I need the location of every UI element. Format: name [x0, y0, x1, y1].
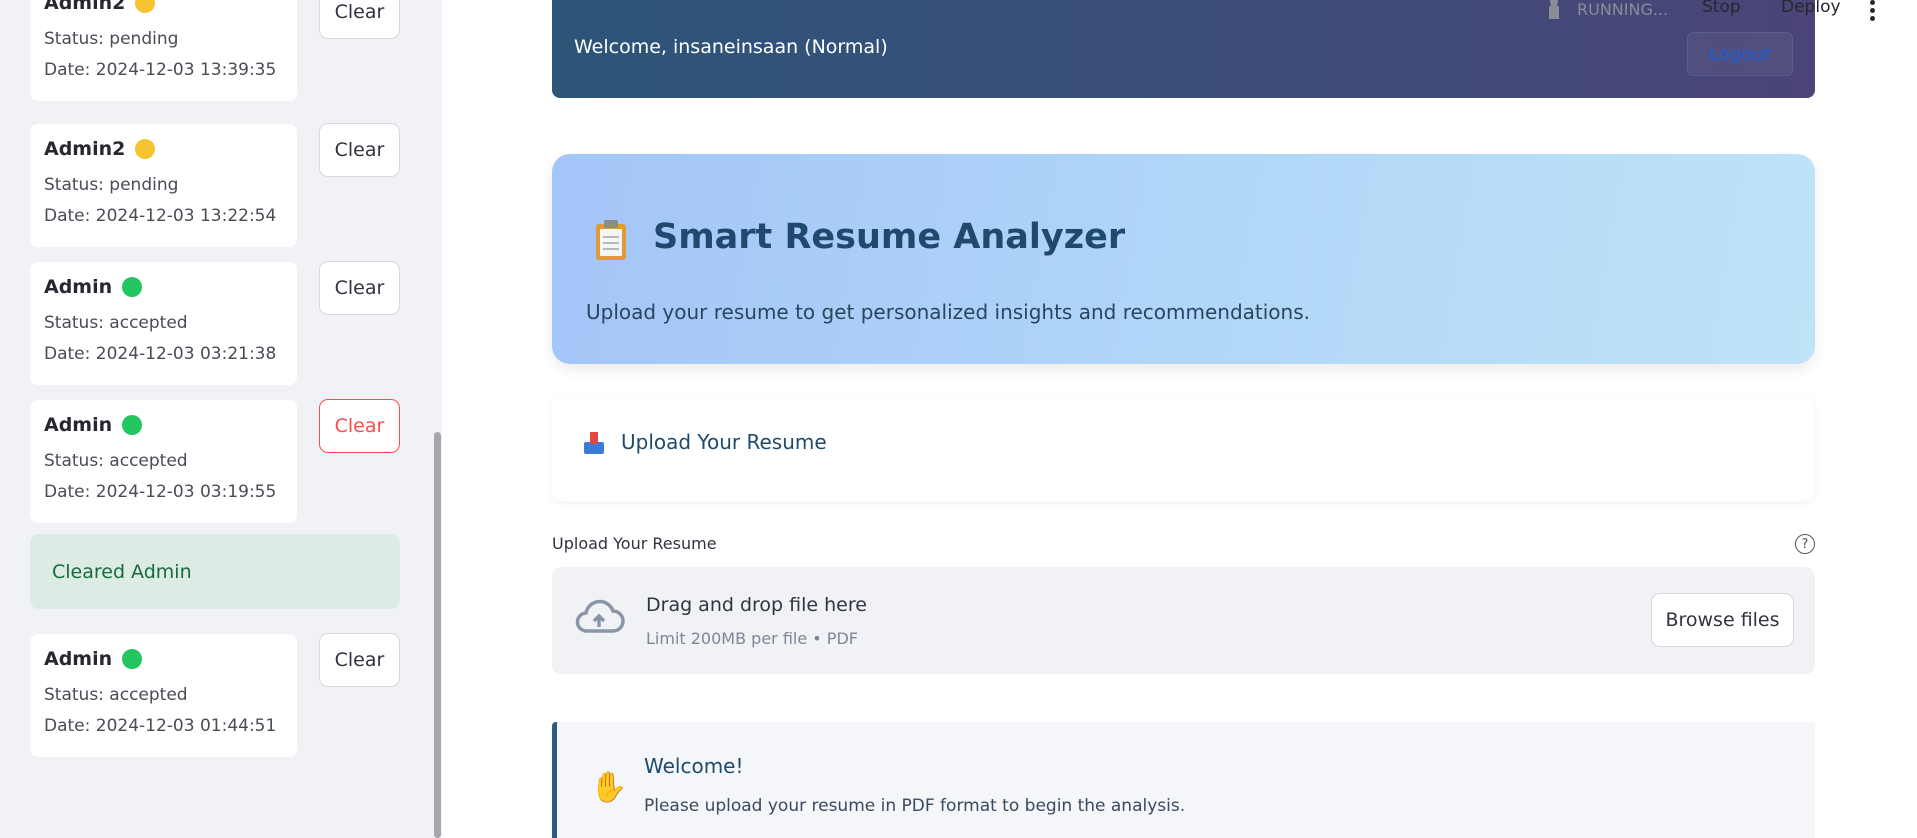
inbox-tray-icon [584, 432, 604, 454]
sidebar: Admin2 Status: pending Date: 2024-12-03 … [0, 0, 442, 838]
accepted-status-dot-icon [122, 649, 143, 669]
upload-section-title: Upload Your Resume [621, 430, 827, 454]
sidebar-scrollbar[interactable] [434, 432, 441, 838]
file-dropzone[interactable]: Drag and drop file here Limit 200MB per … [552, 567, 1815, 674]
cleared-success-message: Cleared Admin [30, 534, 400, 609]
request-status: Status: accepted [44, 451, 188, 471]
pending-status-dot-icon [135, 0, 156, 13]
help-circle-icon[interactable]: ? [1795, 534, 1815, 554]
running-indicator: RUNNING... [1545, 0, 1668, 20]
clipboard-icon [594, 220, 628, 260]
hero-banner: Smart Resume Analyzer Upload your resume… [552, 154, 1815, 364]
hero-title: Smart Resume Analyzer [653, 217, 1126, 257]
accepted-status-dot-icon [122, 277, 143, 297]
clear-button-active[interactable]: Clear [319, 399, 400, 453]
logout-button[interactable]: Logout [1687, 32, 1793, 76]
pending-status-dot-icon [135, 139, 156, 159]
request-name: Admin2 [44, 0, 126, 14]
running-man-icon [1545, 0, 1563, 20]
request-status: Status: pending [44, 175, 179, 195]
accepted-status-dot-icon [122, 415, 143, 435]
cloud-upload-icon [575, 599, 625, 633]
request-date: Date: 2024-12-03 13:39:35 [44, 60, 277, 80]
kebab-menu-icon[interactable] [1870, 0, 1876, 21]
request-card: Admin2 Status: pending Date: 2024-12-03 … [30, 124, 297, 247]
request-name: Admin [44, 414, 113, 436]
request-date: Date: 2024-12-03 03:21:38 [44, 344, 277, 364]
request-card: Admin2 Status: pending Date: 2024-12-03 … [30, 0, 297, 101]
running-label: RUNNING... [1577, 0, 1669, 19]
hero-subtitle: Upload your resume to get personalized i… [586, 300, 1310, 324]
request-date: Date: 2024-12-03 01:44:51 [44, 716, 277, 736]
waving-hand-icon: ✋ [590, 770, 628, 805]
upload-section-card: Upload Your Resume [552, 398, 1815, 501]
clear-button[interactable]: Clear [319, 0, 400, 39]
request-name: Admin [44, 276, 113, 298]
info-title: Welcome! [644, 754, 744, 778]
request-status: Status: accepted [44, 313, 188, 333]
welcome-text: Welcome, insaneinsaan (Normal) [574, 36, 888, 58]
deploy-button[interactable]: Deploy [1781, 0, 1841, 17]
info-text: Please upload your resume in PDF format … [644, 796, 1186, 816]
request-card: Admin Status: accepted Date: 2024-12-03 … [30, 634, 297, 757]
request-name: Admin2 [44, 138, 126, 160]
request-status: Status: accepted [44, 685, 188, 705]
request-date: Date: 2024-12-03 03:19:55 [44, 482, 277, 502]
clear-button[interactable]: Clear [319, 123, 400, 177]
request-date: Date: 2024-12-03 13:22:54 [44, 206, 277, 226]
drop-title: Drag and drop file here [646, 594, 867, 616]
clear-button[interactable]: Clear [319, 633, 400, 687]
browse-files-button[interactable]: Browse files [1651, 593, 1794, 647]
request-card: Admin Status: accepted Date: 2024-12-03 … [30, 262, 297, 385]
drop-limit: Limit 200MB per file • PDF [646, 629, 858, 648]
welcome-info-box: ✋ Welcome! Please upload your resume in … [552, 722, 1815, 838]
request-card: Admin Status: accepted Date: 2024-12-03 … [30, 400, 297, 523]
clear-button[interactable]: Clear [319, 261, 400, 315]
uploader-label: Upload Your Resume [552, 534, 717, 553]
request-name: Admin [44, 648, 113, 670]
request-status: Status: pending [44, 29, 179, 49]
stop-button[interactable]: Stop [1702, 0, 1741, 17]
